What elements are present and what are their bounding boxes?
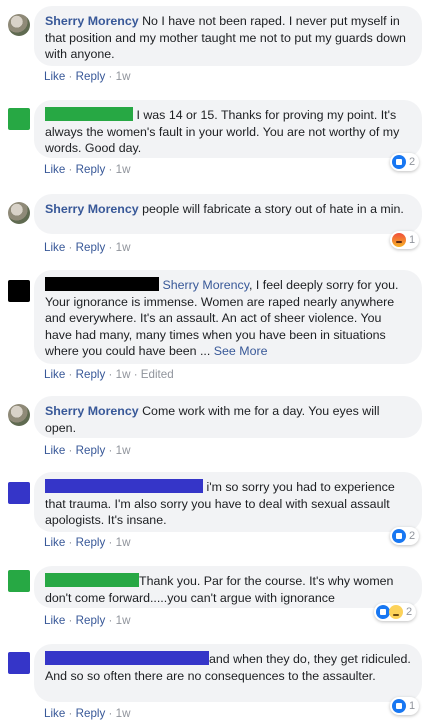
- like-link[interactable]: Like: [44, 368, 65, 381]
- avatar[interactable]: [8, 652, 30, 674]
- comment-actions: Like · Reply · 1w: [44, 536, 131, 549]
- timestamp[interactable]: 1w: [116, 444, 131, 457]
- like-link[interactable]: Like: [44, 536, 65, 549]
- like-icon: [392, 529, 406, 543]
- avatar[interactable]: [8, 570, 30, 592]
- reply-link[interactable]: Reply: [76, 368, 106, 381]
- comment-bubble: i'm so sorry you had to experience that …: [34, 472, 422, 532]
- timestamp[interactable]: 1w: [116, 70, 131, 83]
- avatar[interactable]: [8, 202, 30, 224]
- reply-link[interactable]: Reply: [76, 241, 106, 254]
- avatar[interactable]: [8, 108, 30, 130]
- redacted-author-name: [45, 573, 139, 587]
- comment-text: people will fabricate a story out of hat…: [142, 202, 404, 216]
- avatar[interactable]: [8, 280, 30, 302]
- like-link[interactable]: Like: [44, 444, 65, 457]
- like-link[interactable]: Like: [44, 163, 65, 176]
- comment-actions: Like · Reply · 1w: [44, 707, 131, 720]
- comment-bubble: Sherry Morency people will fabricate a s…: [34, 194, 422, 234]
- redacted-author-name: [45, 479, 203, 493]
- like-link[interactable]: Like: [44, 707, 65, 720]
- mention-link[interactable]: Sherry Morency: [162, 278, 249, 292]
- avatar[interactable]: [8, 482, 30, 504]
- comment-actions: Like · Reply · 1w · Edited: [44, 368, 174, 381]
- comment-bubble: I was 14 or 15. Thanks for proving my po…: [34, 100, 422, 158]
- comment-bubble: Sherry Morency No I have not been raped.…: [34, 6, 422, 66]
- redacted-author-name: [45, 651, 209, 665]
- reaction-count: 2: [409, 530, 416, 542]
- angry-icon: [392, 233, 406, 247]
- comment-actions: Like · Reply · 1w: [44, 241, 131, 254]
- reaction-summary[interactable]: 1: [390, 697, 420, 715]
- reaction-count: 2: [406, 606, 413, 618]
- comment-bubble: Sherry Morency, I feel deeply sorry for …: [34, 270, 422, 364]
- see-more-link[interactable]: See More: [214, 344, 268, 358]
- comment-actions: Like · Reply · 1w: [44, 163, 131, 176]
- like-icon: [376, 605, 390, 619]
- timestamp[interactable]: 1w: [116, 614, 131, 627]
- redacted-author-name: [45, 277, 159, 291]
- timestamp[interactable]: 1w: [116, 241, 131, 254]
- reaction-summary[interactable]: 2: [390, 527, 420, 545]
- comment-actions: Like · Reply · 1w: [44, 614, 131, 627]
- reaction-summary[interactable]: 2: [390, 153, 420, 171]
- reaction-summary[interactable]: 1: [390, 231, 420, 249]
- comment-actions: Like · Reply · 1w: [44, 70, 131, 83]
- comment-bubble: Sherry Morency Come work with me for a d…: [34, 396, 422, 438]
- comment-actions: Like · Reply · 1w: [44, 444, 131, 457]
- timestamp[interactable]: 1w: [116, 536, 131, 549]
- reply-link[interactable]: Reply: [76, 70, 106, 83]
- reaction-summary[interactable]: 2: [374, 603, 417, 621]
- timestamp[interactable]: 1w: [116, 368, 131, 381]
- timestamp[interactable]: 1w: [116, 163, 131, 176]
- comment-bubble: and when they do, they get ridiculed. An…: [34, 644, 422, 702]
- reply-link[interactable]: Reply: [76, 444, 106, 457]
- sad-icon: [389, 605, 403, 619]
- like-link[interactable]: Like: [44, 241, 65, 254]
- author-name[interactable]: Sherry Morency: [45, 14, 139, 28]
- timestamp[interactable]: 1w: [116, 707, 131, 720]
- reaction-count: 1: [409, 234, 416, 246]
- author-name[interactable]: Sherry Morency: [45, 404, 139, 418]
- reply-link[interactable]: Reply: [76, 163, 106, 176]
- reaction-count: 1: [409, 700, 416, 712]
- author-name[interactable]: Sherry Morency: [45, 202, 139, 216]
- reply-link[interactable]: Reply: [76, 707, 106, 720]
- like-link[interactable]: Like: [44, 614, 65, 627]
- like-link[interactable]: Like: [44, 70, 65, 83]
- like-icon: [392, 155, 406, 169]
- like-icon: [392, 699, 406, 713]
- reply-link[interactable]: Reply: [76, 536, 106, 549]
- reply-link[interactable]: Reply: [76, 614, 106, 627]
- avatar[interactable]: [8, 14, 30, 36]
- comment-bubble: Thank you. Par for the course. It's why …: [34, 566, 422, 608]
- redacted-author-name: [45, 107, 133, 121]
- edited-label[interactable]: Edited: [141, 368, 174, 381]
- reaction-count: 2: [409, 156, 416, 168]
- avatar[interactable]: [8, 404, 30, 426]
